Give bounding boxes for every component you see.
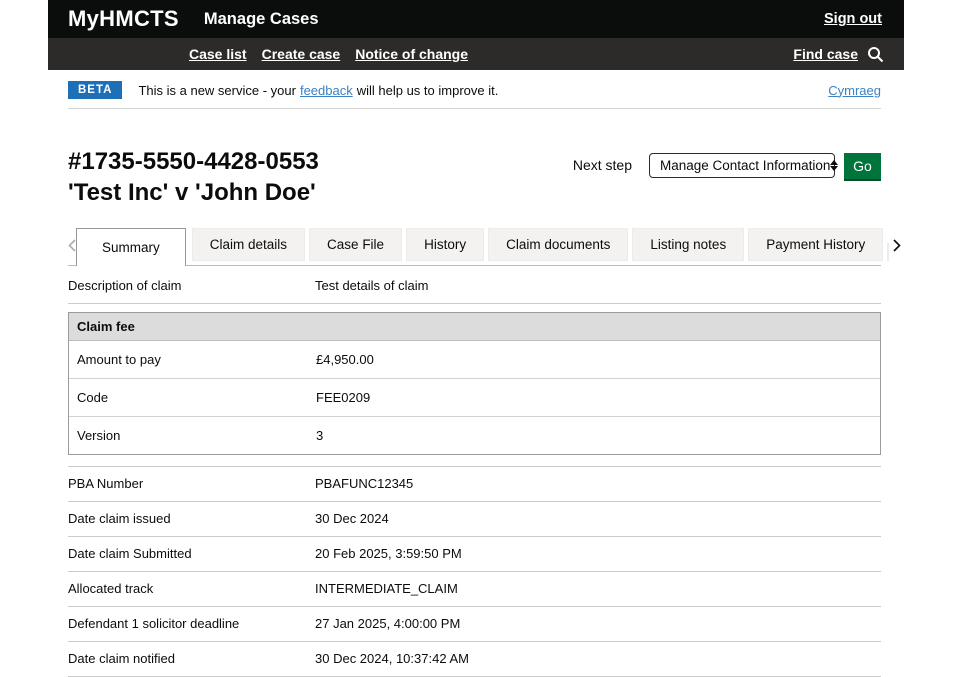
table-row: PBA Number PBAFUNC12345 — [68, 467, 881, 502]
feedback-link[interactable]: feedback — [300, 83, 353, 98]
claim-fee-panel: Claim fee Amount to pay £4,950.00 Code F… — [68, 312, 881, 455]
row-value: 30 Dec 2024, 10:37:42 AM — [315, 651, 469, 666]
tab-partial[interactable] — [887, 243, 890, 261]
nav-create-case[interactable]: Create case — [262, 46, 341, 62]
search-icon[interactable] — [867, 46, 884, 63]
row-label: Date claim notified — [68, 651, 175, 666]
row-value: FEE0209 — [316, 390, 371, 405]
tab-case-file[interactable]: Case File — [309, 228, 403, 261]
row-label: PBA Number — [68, 476, 144, 491]
row-value: 20 Feb 2025, 3:59:50 PM — [315, 546, 462, 561]
tab-summary[interactable]: Summary — [76, 228, 186, 266]
claim-fee-panel-title: Claim fee — [69, 313, 880, 341]
table-row: Date claim issued 30 Dec 2024 — [68, 502, 881, 537]
tab-history[interactable]: History — [406, 228, 485, 261]
table-row: Code FEE0209 — [69, 379, 880, 417]
tab-payment-history[interactable]: Payment History — [748, 228, 884, 261]
row-value: INTERMEDIATE_CLAIM — [315, 581, 458, 596]
table-row: Date claim Submitted 20 Feb 2025, 3:59:5… — [68, 537, 881, 572]
tab-scroll-right-button[interactable] — [893, 225, 902, 265]
row-value: 30 Dec 2024 — [315, 511, 389, 526]
app-title: Manage Cases — [203, 9, 319, 28]
row-label: Allocated track — [68, 581, 154, 596]
nav-notice-of-change[interactable]: Notice of change — [355, 46, 468, 62]
table-row: Date claim notified 30 Dec 2024, 10:37:4… — [68, 642, 881, 677]
row-label: Defendant 1 solicitor deadline — [68, 616, 240, 631]
next-step-control: Next step Manage Contact Information Go — [573, 153, 881, 208]
find-case-link[interactable]: Find case — [793, 46, 858, 62]
row-label: Date claim issued — [68, 511, 171, 526]
row-value: 27 Jan 2025, 4:00:00 PM — [315, 616, 461, 631]
summary-rows-bottom: PBA Number PBAFUNC12345 Date claim issue… — [68, 466, 881, 677]
cymraeg-language-link[interactable]: Cymraeg — [828, 83, 881, 98]
tab-scroll-left-button[interactable] — [68, 225, 76, 265]
chevron-right-icon — [893, 238, 901, 252]
row-value: 3 — [316, 428, 324, 443]
myhmcts-logo: MyHMCTS — [68, 6, 179, 31]
row-label: Description of claim — [68, 278, 182, 293]
beta-text: This is a new service - your feedback wi… — [138, 83, 498, 98]
row-label: Amount to pay — [77, 352, 161, 367]
table-row: Amount to pay £4,950.00 — [69, 341, 880, 379]
nav-case-list[interactable]: Case list — [189, 46, 247, 62]
row-label: Code — [77, 390, 109, 405]
case-tabs: Summary Claim details Case File History … — [68, 225, 902, 266]
go-button[interactable]: Go — [844, 153, 881, 179]
row-label: Version — [77, 428, 121, 443]
beta-text-after: will help us to improve it. — [356, 82, 499, 98]
chevron-left-icon — [68, 238, 76, 252]
case-parties: 'Test Inc' v 'John Doe' — [68, 179, 316, 206]
next-step-select[interactable]: Manage Contact Information — [649, 153, 839, 178]
sign-out-link[interactable]: Sign out — [824, 11, 882, 27]
select-spinner-icon — [830, 160, 839, 171]
beta-badge: BETA — [68, 81, 123, 99]
primary-navigation: Case list Create case Notice of change F… — [48, 38, 904, 70]
tab-claim-documents[interactable]: Claim documents — [488, 228, 629, 261]
summary-rows-top: Description of claim Test details of cla… — [68, 269, 881, 304]
tab-claim-details[interactable]: Claim details — [191, 228, 306, 261]
next-step-label: Next step — [572, 157, 632, 173]
row-value: Test details of claim — [315, 278, 429, 293]
row-value: £4,950.00 — [316, 352, 374, 367]
tab-listing-notes[interactable]: Listing notes — [632, 228, 745, 261]
app-header: MyHMCTS Manage Cases Sign out — [48, 0, 904, 38]
beta-banner: BETA This is a new service - your feedba… — [68, 81, 881, 109]
table-row: Version 3 — [69, 417, 880, 454]
row-value: PBAFUNC12345 — [315, 476, 414, 491]
table-row: Defendant 1 solicitor deadline 27 Jan 20… — [68, 607, 881, 642]
case-title: #1735-5550-4428-0553 'Test Inc' v 'John … — [68, 146, 319, 208]
row-label: Date claim Submitted — [68, 546, 192, 561]
case-reference: #1735-5550-4428-0553 — [68, 148, 319, 175]
beta-text-before: This is a new service - your — [138, 82, 296, 98]
next-step-selected-option: Manage Contact Information — [660, 158, 831, 173]
table-row: Description of claim Test details of cla… — [68, 269, 881, 304]
table-row: Allocated track INTERMEDIATE_CLAIM — [68, 572, 881, 607]
